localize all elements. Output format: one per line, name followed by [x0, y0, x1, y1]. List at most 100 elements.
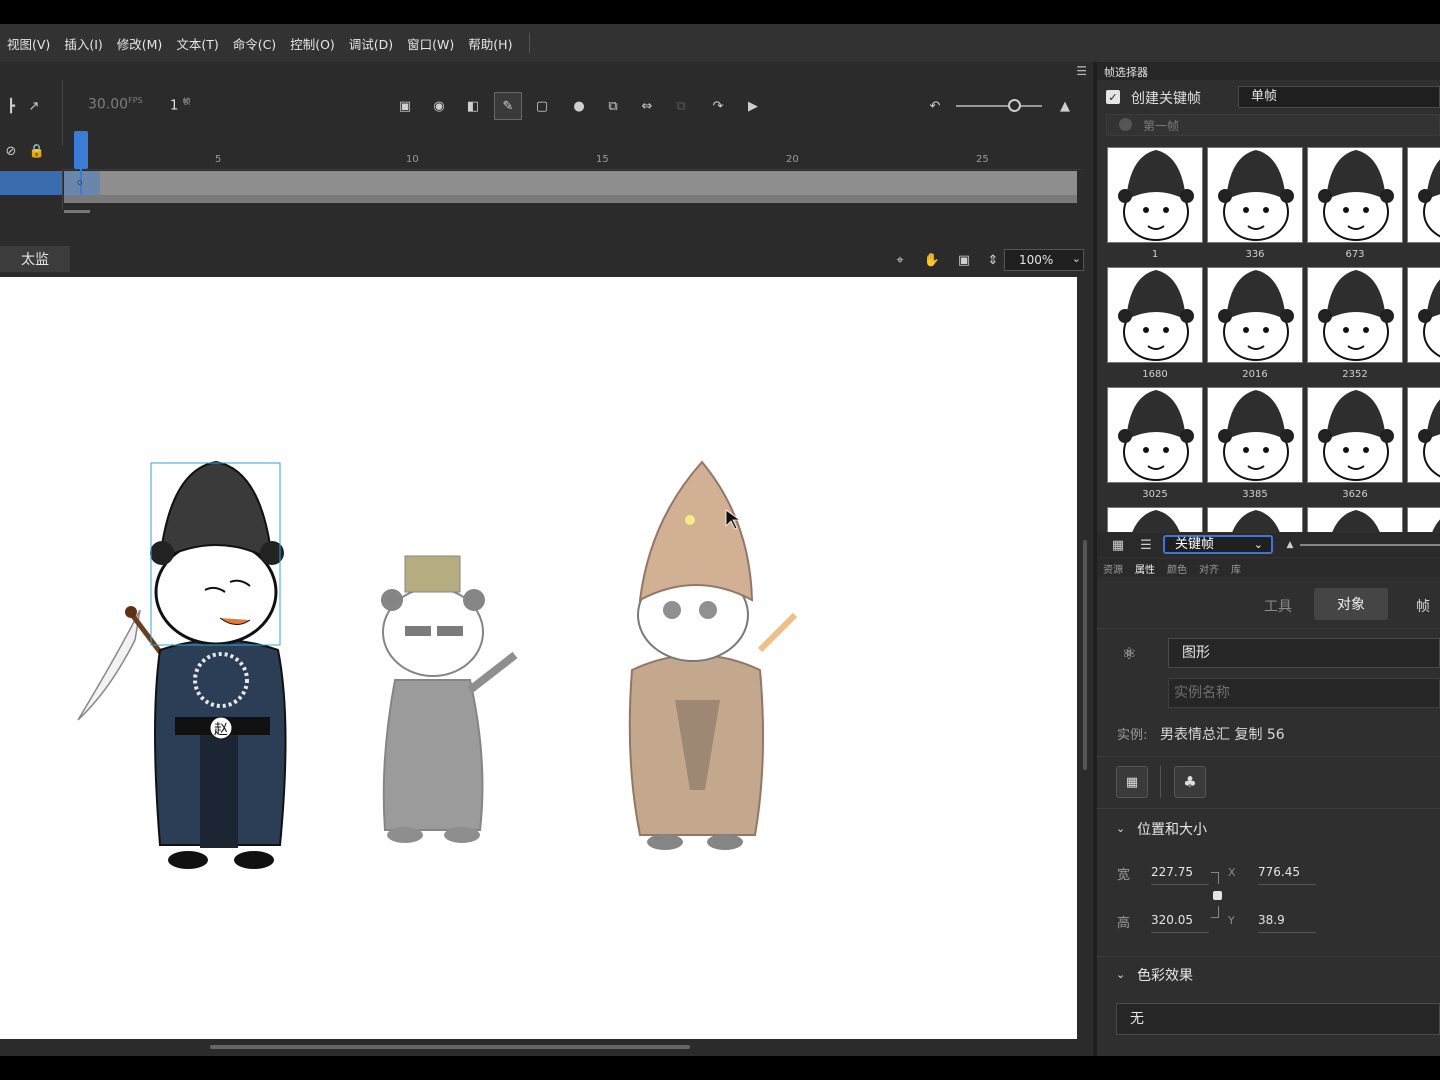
clip-stage-icon[interactable]: ▣: [953, 249, 975, 271]
frame-thumbnail[interactable]: [1207, 147, 1303, 243]
x-field[interactable]: 776.45: [1258, 865, 1316, 885]
grid-view-icon[interactable]: ▦: [1107, 534, 1129, 556]
undo-icon[interactable]: ↶: [924, 95, 946, 117]
frame-thumbnail-label: 336: [1245, 249, 1265, 260]
create-keyframe-checkbox[interactable]: ✓: [1106, 90, 1120, 104]
segment-frame[interactable]: 帧: [1416, 596, 1430, 616]
tab-color[interactable]: 颜色: [1167, 561, 1187, 576]
menu-help[interactable]: 帮助(H): [461, 34, 519, 53]
fps-readout[interactable]: 30.00FPS: [88, 96, 143, 113]
lock-icon[interactable]: 🔒: [26, 140, 48, 162]
tab-library[interactable]: 库: [1231, 561, 1241, 576]
link-dimensions-lock-icon[interactable]: [1209, 872, 1223, 918]
timeline-ruler[interactable]: 5 10 15 20 25: [62, 146, 1082, 170]
panda-character[interactable]: [381, 555, 518, 843]
timeline-zoom-slider[interactable]: [956, 105, 1042, 107]
tab-align[interactable]: 对齐: [1199, 561, 1219, 576]
frame-readout[interactable]: 1 帧: [170, 96, 190, 113]
graph-icon[interactable]: ↗: [23, 95, 45, 117]
stage-horizontal-scrollbar[interactable]: [210, 1045, 690, 1049]
play-icon[interactable]: ▶: [742, 95, 764, 117]
frame-thumbnail-label: 2352: [1342, 369, 1368, 380]
stage-canvas[interactable]: 赵: [0, 277, 1077, 1039]
general-character[interactable]: [628, 460, 798, 850]
instance-value[interactable]: 男表情总汇 复制 56: [1160, 724, 1285, 744]
insert-keyframe-icon[interactable]: ▣: [394, 95, 416, 117]
frame-thumbnail[interactable]: [1107, 267, 1203, 363]
zoom-select[interactable]: 100% ⌄: [1004, 249, 1084, 271]
frame-thumbnail-label: 1680: [1142, 369, 1168, 380]
face-thumbnail-icon: [1318, 270, 1394, 361]
chevron-down-icon[interactable]: ⌄: [1116, 822, 1125, 835]
frame-thumbnail[interactable]: [1207, 387, 1303, 483]
layer-hierarchy-icon[interactable]: ┣: [0, 95, 22, 117]
y-field[interactable]: 38.9: [1258, 913, 1316, 933]
loop-icon[interactable]: ⇔: [636, 95, 658, 117]
frame-thumbnail[interactable]: [1307, 267, 1403, 363]
thumbnail-size-slider[interactable]: [1300, 544, 1440, 546]
timeline-zoom-handle[interactable]: [1008, 99, 1021, 112]
segment-tools[interactable]: 工具: [1264, 596, 1292, 616]
layer-frames-row[interactable]: [64, 171, 1077, 195]
menu-modify[interactable]: 修改(M): [110, 34, 170, 53]
size-small-icon[interactable]: ▲: [1279, 534, 1301, 556]
list-view-icon[interactable]: ☰: [1135, 534, 1157, 556]
segment-object[interactable]: 对象: [1314, 588, 1388, 620]
height-field[interactable]: 320.05: [1151, 913, 1209, 933]
timeline-scrollbar[interactable]: [64, 210, 90, 213]
frame-thumbnail[interactable]: [1307, 387, 1403, 483]
frame-thumbnail[interactable]: [1107, 147, 1203, 243]
frame-mode-select[interactable]: 单帧: [1238, 86, 1440, 108]
menu-commands[interactable]: 命令(C): [226, 34, 283, 53]
menu-view[interactable]: 视图(V): [0, 34, 57, 53]
menu-control[interactable]: 控制(O): [283, 34, 342, 53]
frame-thumbnail[interactable]: [1407, 387, 1440, 483]
delete-frame-icon[interactable]: ▢: [531, 95, 553, 117]
swap-symbol-button[interactable]: ▦: [1116, 766, 1148, 798]
layer-name-cell[interactable]: [0, 171, 62, 195]
edit-symbol-button[interactable]: ♣: [1174, 766, 1206, 798]
tab-properties[interactable]: 属性: [1135, 561, 1155, 576]
show-hide-icon[interactable]: ⊘: [0, 140, 22, 162]
insert-blank-keyframe-icon[interactable]: ◉: [428, 95, 450, 117]
frame-picker-title[interactable]: 帧选择器: [1104, 64, 1148, 80]
menu-window[interactable]: 窗口(W): [400, 34, 461, 53]
menu-debug[interactable]: 调试(D): [342, 34, 400, 53]
menu-insert[interactable]: 插入(I): [57, 34, 109, 53]
symbol-type-select[interactable]: 图形: [1168, 638, 1440, 668]
frame-thumbnail[interactable]: [1407, 507, 1440, 532]
onion-skin-icon[interactable]: ●: [568, 95, 590, 117]
tab-assets[interactable]: 资源: [1103, 561, 1123, 576]
frame-thumbnail[interactable]: [1207, 507, 1303, 532]
frame-thumbnail[interactable]: [1107, 387, 1203, 483]
stepper-icon[interactable]: ⇕: [982, 249, 1004, 271]
chevron-down-icon[interactable]: ⌄: [1116, 968, 1125, 981]
frame-thumbnail[interactable]: [1207, 267, 1303, 363]
color-effect-select[interactable]: 无: [1116, 1003, 1440, 1035]
auto-keyframe-icon[interactable]: ✎: [494, 92, 522, 120]
frame-thumbnail[interactable]: [1407, 267, 1440, 363]
export-icon[interactable]: ↷: [707, 95, 729, 117]
width-field[interactable]: 227.75: [1151, 865, 1209, 885]
scene-tab[interactable]: 太监: [0, 246, 70, 272]
hand-icon[interactable]: ✋: [921, 249, 943, 271]
mountain-icon[interactable]: ▲: [1054, 95, 1076, 117]
keyframe-filter-select[interactable]: 关键帧 ⌄: [1163, 535, 1273, 554]
frame-thumbnail[interactable]: [1307, 147, 1403, 243]
edit-multiple-frames-icon[interactable]: ⧉: [602, 95, 624, 117]
first-frame-radio[interactable]: [1119, 118, 1132, 131]
stage-vertical-scrollbar[interactable]: [1083, 540, 1087, 770]
frame-thumbnail[interactable]: [1107, 507, 1203, 532]
insert-frame-icon[interactable]: ◧: [462, 95, 484, 117]
playhead[interactable]: [74, 131, 88, 169]
eunuch-character[interactable]: 赵: [77, 460, 287, 869]
menu-text[interactable]: 文本(T): [169, 34, 225, 53]
center-stage-icon[interactable]: ⌖: [889, 249, 911, 271]
color-effect-title[interactable]: 色彩效果: [1137, 965, 1193, 985]
frame-thumbnail[interactable]: [1307, 507, 1403, 532]
sync-icon[interactable]: ⧉: [670, 95, 692, 117]
frame-thumbnail[interactable]: [1407, 147, 1440, 243]
position-size-title[interactable]: 位置和大小: [1137, 819, 1207, 839]
panel-menu-icon[interactable]: ☰: [1076, 64, 1087, 78]
instance-name-input[interactable]: 实例名称: [1168, 678, 1440, 708]
